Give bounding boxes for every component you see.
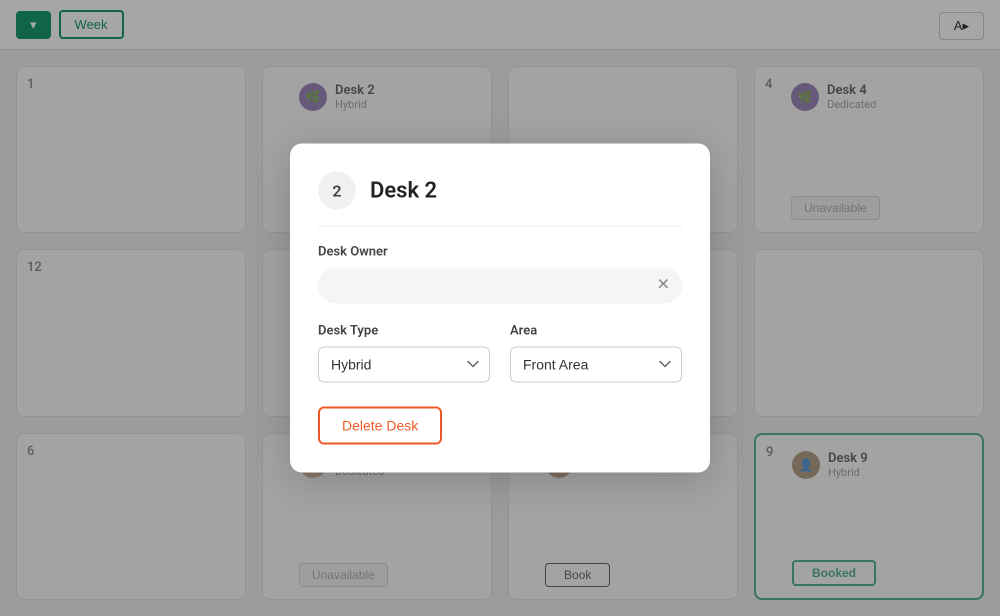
desk-edit-modal: 2 Desk 2 Desk Owner ✕ Desk Type Hybrid D… (290, 144, 710, 473)
desk-type-select[interactable]: Hybrid Dedicated Hot Desk (318, 347, 490, 383)
delete-desk-button[interactable]: Delete Desk (318, 407, 442, 445)
owner-input[interactable] (318, 268, 682, 304)
owner-field-wrap: ✕ (318, 268, 682, 304)
modal-desk-title: Desk 2 (370, 178, 437, 203)
owner-section: Desk Owner ✕ (318, 245, 682, 304)
area-group: Area Front Area Back Area Meeting Room (510, 324, 682, 383)
desk-form-row: Desk Type Hybrid Dedicated Hot Desk Area… (318, 324, 682, 383)
owner-label: Desk Owner (318, 245, 682, 260)
area-label: Area (510, 324, 682, 339)
desk-type-group: Desk Type Hybrid Dedicated Hot Desk (318, 324, 490, 383)
desk-type-label: Desk Type (318, 324, 490, 339)
modal-desk-number: 2 (318, 172, 356, 210)
owner-clear-button[interactable]: ✕ (657, 278, 670, 294)
area-select[interactable]: Front Area Back Area Meeting Room (510, 347, 682, 383)
modal-header: 2 Desk 2 (318, 172, 682, 227)
modal-footer: Delete Desk (318, 407, 682, 445)
